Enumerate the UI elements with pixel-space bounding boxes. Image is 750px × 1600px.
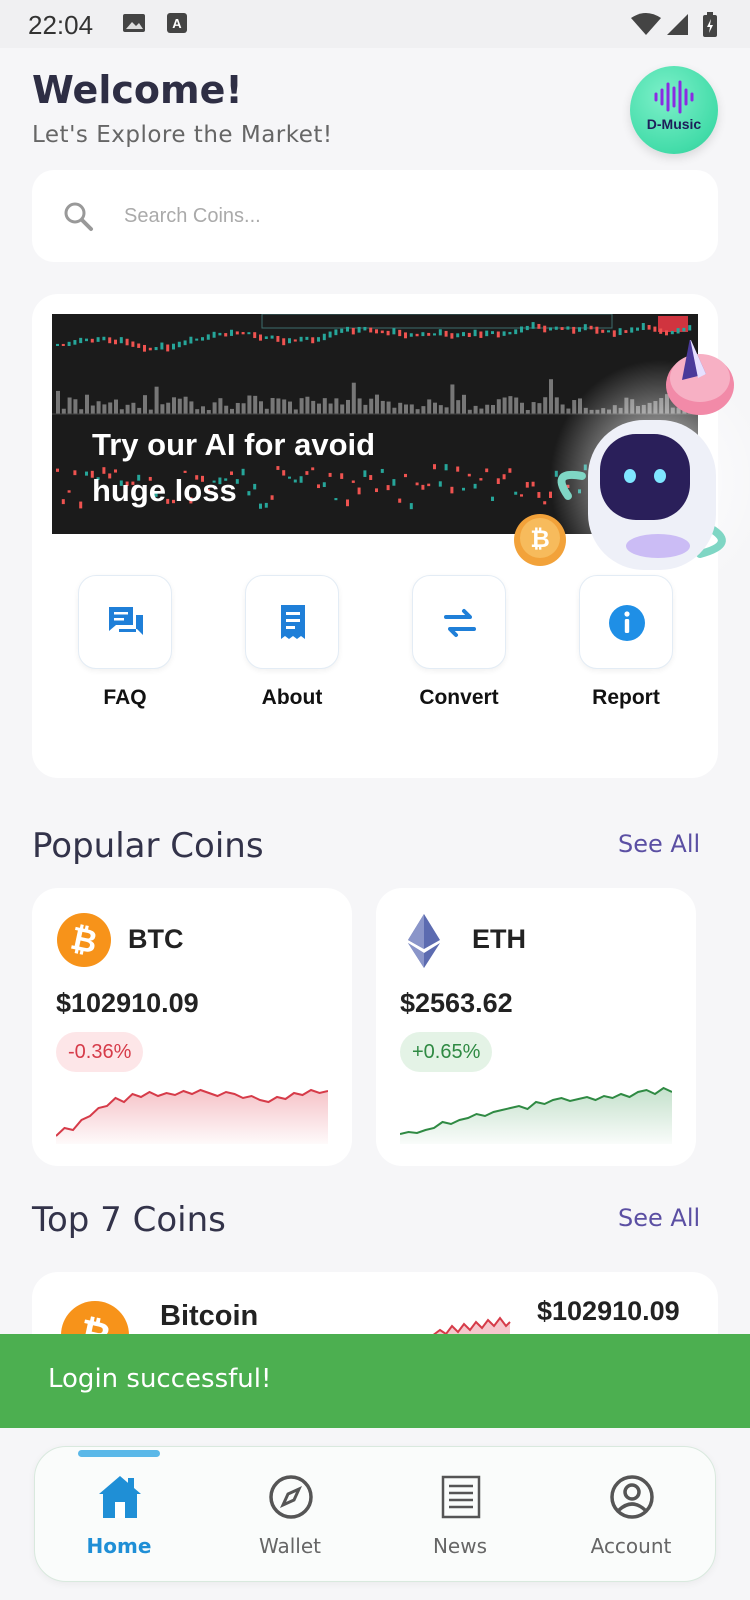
svg-text:A: A xyxy=(172,16,182,31)
top-coins-title: Top 7 Coins xyxy=(32,1200,226,1240)
sound-wave-icon xyxy=(654,80,694,114)
nav-item-account[interactable]: Account xyxy=(551,1472,711,1572)
ai-robot-illustration: ₿ xyxy=(514,340,750,600)
nav-active-indicator xyxy=(78,1450,160,1457)
snackbar[interactable]: Login successful! xyxy=(0,1334,750,1428)
coin-price: $2563.62 xyxy=(400,988,513,1018)
convert-button[interactable] xyxy=(412,575,506,669)
swap-icon xyxy=(444,609,476,637)
nav-label-wallet: Wallet xyxy=(258,1534,321,1558)
signal-icon xyxy=(667,14,688,35)
popular-see-all-link[interactable]: See All xyxy=(618,830,700,858)
faq-label: FAQ xyxy=(103,686,147,709)
bitcoin-icon: ₿ xyxy=(57,913,111,967)
chat-icon xyxy=(109,607,143,635)
coin-price: $102910.09 xyxy=(56,988,199,1018)
nav-item-news[interactable]: News xyxy=(380,1472,540,1572)
logo-text: D-Music xyxy=(646,116,702,132)
wifi-icon xyxy=(631,13,661,35)
nav-label-news: News xyxy=(432,1534,488,1558)
banner-text: Try our AI for avoid huge loss xyxy=(92,427,376,508)
coin-symbol: ETH xyxy=(472,924,526,954)
btc-sparkline xyxy=(56,1088,328,1144)
about-button[interactable] xyxy=(245,575,339,669)
coin-card-eth[interactable]: ETH $2563.62 +0.65% xyxy=(376,888,696,1166)
image-notification-icon xyxy=(123,14,145,32)
snackbar-text: Login successful! xyxy=(48,1364,272,1394)
coin-symbol: BTC xyxy=(128,924,184,954)
receipt-icon xyxy=(281,605,305,639)
top-coin-name: Bitcoin xyxy=(160,1300,259,1332)
coin-change-badge: +0.65% xyxy=(400,1032,493,1072)
svg-text:₿: ₿ xyxy=(530,526,550,553)
search-input[interactable] xyxy=(124,198,684,234)
account-icon xyxy=(610,1475,654,1519)
top-see-all-link[interactable]: See All xyxy=(618,1204,700,1232)
nav-item-home[interactable]: Home xyxy=(39,1472,199,1572)
status-bar: 22:04 A xyxy=(0,0,750,48)
search-icon xyxy=(64,202,93,231)
top-coin-price: $102910.09 xyxy=(537,1296,680,1326)
text-notification-icon: A xyxy=(167,13,187,33)
compass-icon xyxy=(269,1475,313,1519)
coin-change-badge: -0.36% xyxy=(56,1032,144,1072)
popular-coins-title: Popular Coins xyxy=(32,826,264,866)
page-title: Welcome! xyxy=(32,68,243,112)
nav-label-home: Home xyxy=(86,1534,152,1558)
nav-item-wallet[interactable]: Wallet xyxy=(210,1472,370,1572)
page-subtitle: Let's Explore the Market! xyxy=(32,122,333,148)
report-label: Report xyxy=(592,686,660,709)
search-bar[interactable] xyxy=(32,170,718,262)
ethereum-icon xyxy=(408,914,440,968)
eth-sparkline xyxy=(400,1086,672,1144)
home-icon xyxy=(99,1476,141,1518)
info-icon xyxy=(609,605,645,641)
report-button[interactable] xyxy=(579,575,673,669)
nav-label-account: Account xyxy=(590,1534,672,1558)
about-label: About xyxy=(261,686,323,709)
newspaper-icon xyxy=(441,1475,481,1519)
faq-button[interactable] xyxy=(78,575,172,669)
status-time: 22:04 xyxy=(28,10,94,40)
battery-icon xyxy=(703,12,717,37)
app-logo[interactable]: D-Music xyxy=(630,66,718,154)
convert-label: Convert xyxy=(419,686,499,709)
coin-card-btc[interactable]: ₿ BTC $102910.09 -0.36% xyxy=(32,888,352,1166)
